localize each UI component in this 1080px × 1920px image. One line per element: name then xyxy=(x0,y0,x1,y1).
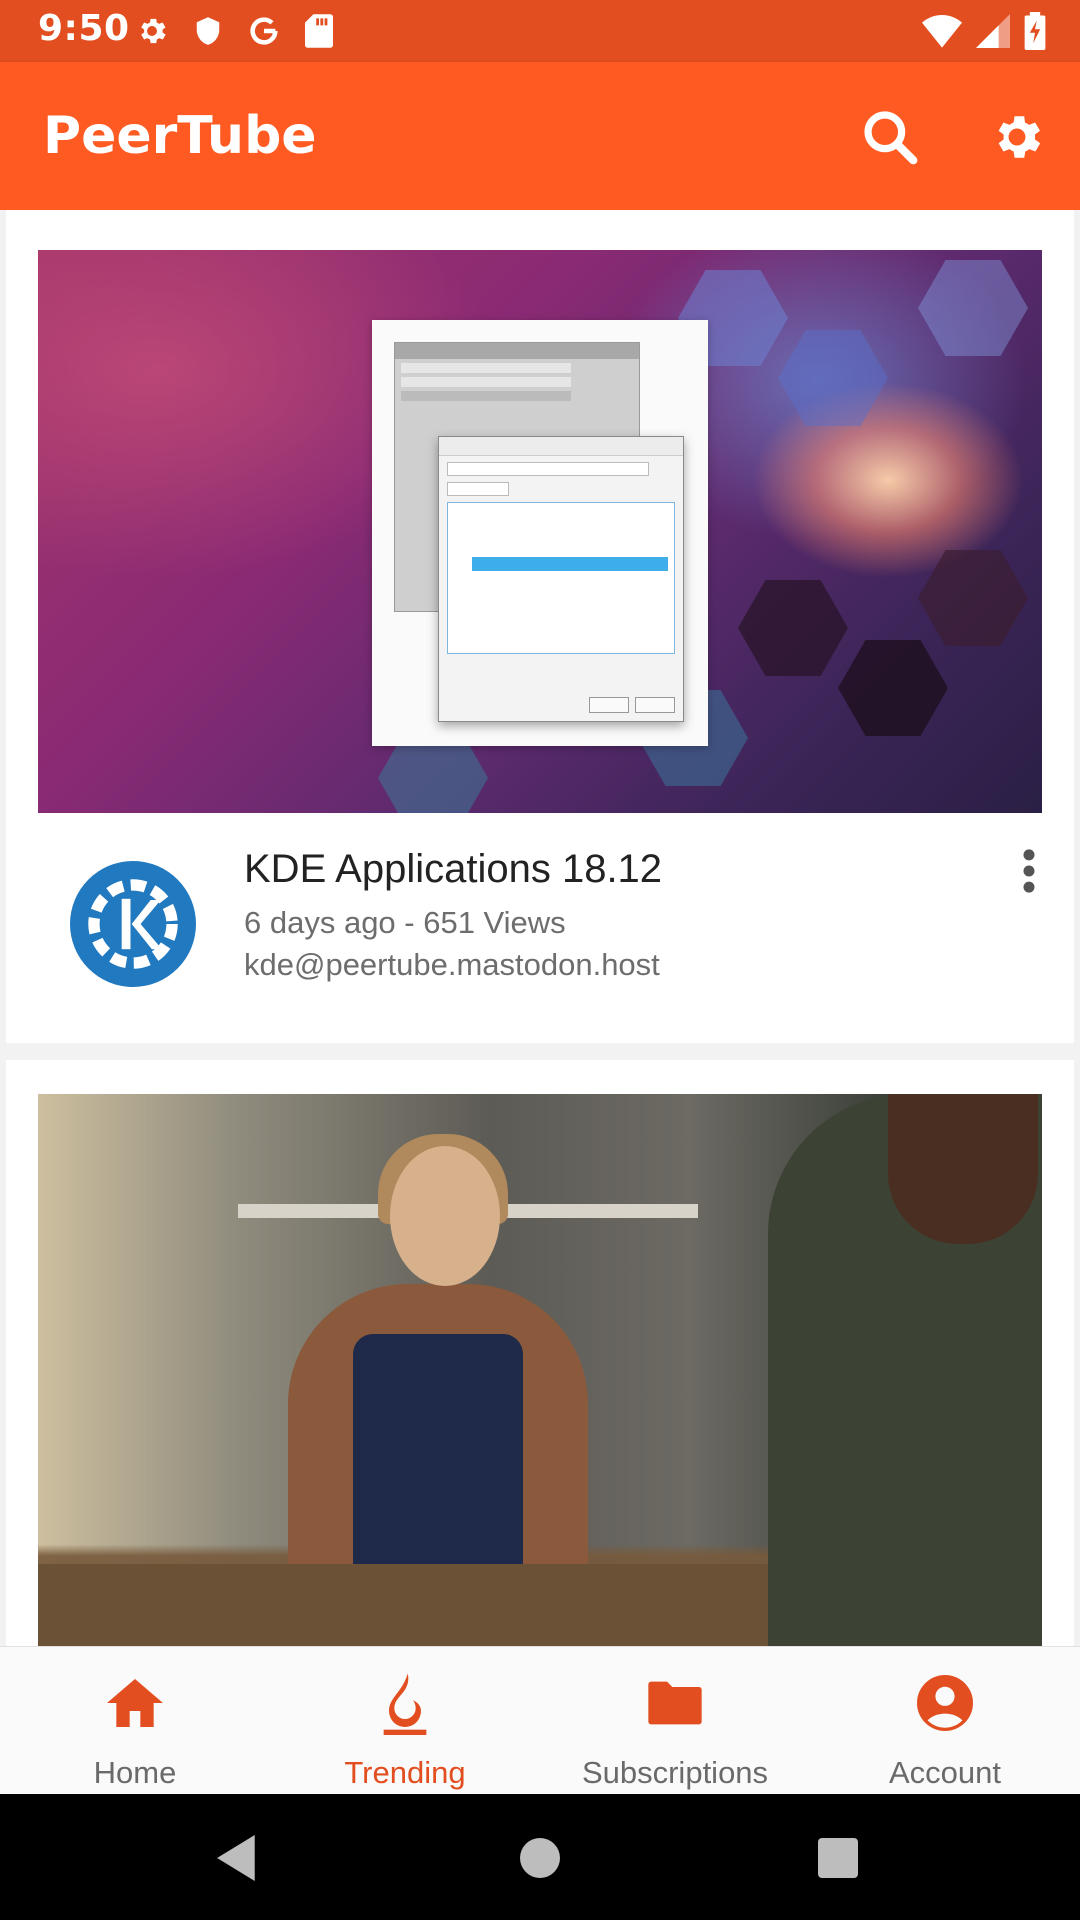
video-feed[interactable]: KDE Applications 18.12 6 days ago - 651 … xyxy=(0,210,1080,1646)
bottom-navigation: Home Trending Subscriptions Account xyxy=(0,1646,1080,1795)
google-icon xyxy=(250,17,278,45)
more-options-button[interactable] xyxy=(1006,841,1052,901)
thumbnail-person-2-head xyxy=(888,1094,1038,1244)
thumbnail-window-front xyxy=(438,436,684,722)
sd-card-icon xyxy=(305,14,333,48)
home-circle-icon xyxy=(520,1838,560,1878)
settings-icon xyxy=(141,18,166,44)
thumbnail-face xyxy=(390,1146,500,1286)
cell-signal-icon xyxy=(976,14,1010,48)
search-button[interactable] xyxy=(855,102,925,172)
status-icons-left xyxy=(135,12,333,50)
status-icons-right xyxy=(922,12,1046,50)
nav-subscriptions-label: Subscriptions xyxy=(581,1755,769,1790)
battery-icon xyxy=(1024,12,1046,50)
video-thumbnail[interactable] xyxy=(38,1094,1042,1646)
home-icon xyxy=(107,1679,163,1727)
status-bar: 9:50 xyxy=(0,0,1080,62)
hex-decoration xyxy=(738,580,848,676)
hex-decoration xyxy=(918,260,1028,356)
video-thumbnail[interactable] xyxy=(38,250,1042,813)
nav-trending[interactable]: Trending xyxy=(270,1647,540,1795)
nav-account-label: Account xyxy=(888,1755,1001,1790)
nav-home-label: Home xyxy=(93,1755,177,1790)
video-meta[interactable]: KDE Applications 18.12 6 days ago - 651 … xyxy=(6,813,1074,1043)
account-icon xyxy=(917,1675,973,1731)
hex-decoration xyxy=(778,330,888,426)
app-bar: PeerTube xyxy=(0,62,1080,210)
nav-account[interactable]: Account xyxy=(810,1647,1080,1795)
video-card[interactable] xyxy=(6,1060,1074,1646)
wifi-icon xyxy=(922,15,962,48)
back-icon xyxy=(217,1835,255,1881)
hex-decoration xyxy=(838,640,948,736)
system-recents-button[interactable] xyxy=(814,1834,862,1882)
thumbnail-apron xyxy=(353,1334,523,1594)
video-channel[interactable]: kde@peertube.mastodon.host xyxy=(244,947,660,983)
shield-icon xyxy=(196,17,220,45)
gear-icon xyxy=(998,116,1041,158)
settings-button[interactable] xyxy=(982,102,1052,172)
nav-trending-label: Trending xyxy=(344,1755,466,1790)
nav-subscriptions[interactable]: Subscriptions xyxy=(540,1647,810,1795)
video-subtitle: 6 days ago - 651 Views xyxy=(244,905,566,940)
system-back-button[interactable] xyxy=(214,1834,262,1882)
recents-icon xyxy=(818,1838,858,1878)
kde-logo-icon[interactable] xyxy=(70,861,196,987)
system-home-button[interactable] xyxy=(516,1834,564,1882)
folder-icon xyxy=(648,1681,702,1725)
video-card[interactable]: KDE Applications 18.12 6 days ago - 651 … xyxy=(6,210,1074,1043)
flame-icon xyxy=(383,1673,427,1735)
more-vert-icon xyxy=(1023,849,1035,893)
video-title[interactable]: KDE Applications 18.12 xyxy=(244,847,662,892)
hex-decoration xyxy=(918,550,1028,646)
system-navigation-bar xyxy=(0,1794,1080,1920)
search-icon xyxy=(864,111,918,165)
app-title: PeerTube xyxy=(43,106,317,166)
thumbnail-screenshot xyxy=(372,320,708,746)
status-time: 9:50 xyxy=(38,8,130,49)
nav-home[interactable]: Home xyxy=(0,1647,270,1795)
